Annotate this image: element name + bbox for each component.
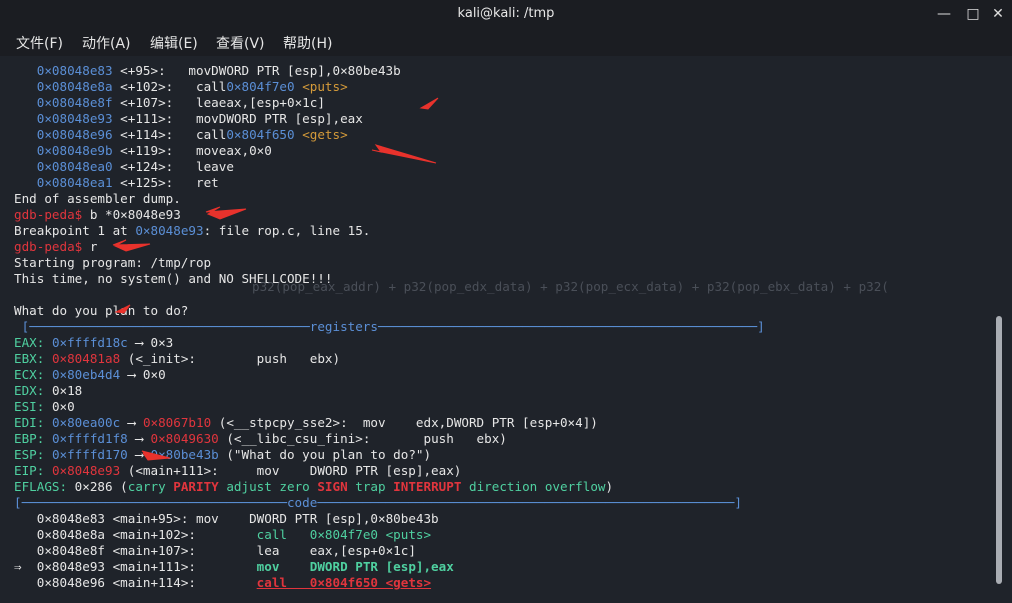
arrow-break <box>205 206 247 220</box>
annotation-arrows <box>112 97 439 461</box>
arrow-ebp <box>141 450 171 461</box>
arrow-run <box>112 239 151 252</box>
arrow-registers <box>114 304 131 314</box>
arrow-lea <box>419 97 439 110</box>
arrow-gets <box>371 144 437 164</box>
